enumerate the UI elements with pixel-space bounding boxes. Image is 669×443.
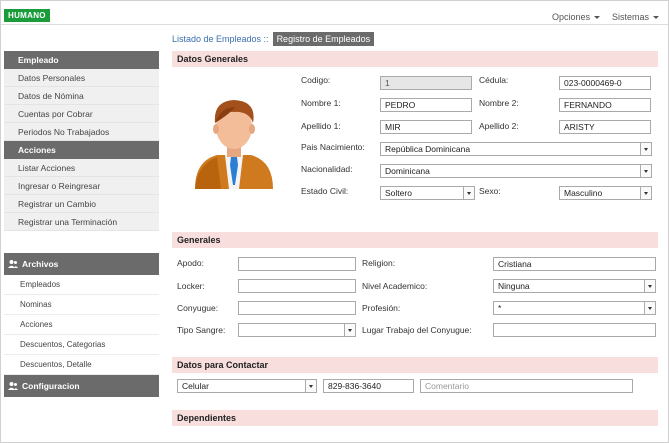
app-logo: HUMANO (4, 9, 50, 22)
options-menu-label: Opciones (552, 12, 591, 22)
nombre1-label: Nombre 1: (301, 98, 341, 108)
tipo-sangre-label: Tipo Sangre: (177, 325, 226, 335)
conyugue-field[interactable] (238, 301, 356, 315)
apellido1-label: Apellido 1: (301, 121, 341, 131)
sidebar-item-empleados[interactable]: Empleados (4, 275, 159, 295)
sexo-label: Sexo: (479, 186, 501, 196)
nivel-academico-label: Nivel Academico: (362, 281, 428, 291)
breadcrumb-employee-list-link[interactable]: Listado de Empleados :: (172, 32, 269, 46)
tipo-sangre-select[interactable] (238, 323, 356, 337)
chevron-down-icon (644, 280, 655, 292)
sexo-select-value: Masculino (564, 188, 603, 198)
cedula-field[interactable]: 023-0000469-0 (559, 76, 651, 90)
sidebar-item-cuentas-cobrar[interactable]: Cuentas por Cobrar (4, 105, 159, 123)
sidebar-item-descuentos-detalle[interactable]: Descuentos, Detalle (4, 355, 159, 375)
lugar-trabajo-field[interactable] (493, 323, 656, 337)
estado-civil-label: Estado Civil: (301, 186, 349, 196)
codigo-field[interactable]: 1 (380, 76, 472, 90)
lugar-trabajo-label: Lugar Trabajo del Conyugue: (362, 325, 472, 335)
contact-type-select[interactable]: Celular (177, 379, 317, 393)
sidebar-section-configuracion-label: Configuracion (22, 381, 80, 391)
systems-menu[interactable]: Sistemas (612, 12, 660, 22)
profesion-select-value: * (498, 303, 502, 313)
breadcrumb: Listado de Empleados :: Registro de Empl… (172, 32, 375, 46)
top-bar: HUMANO Opciones Sistemas (1, 1, 668, 25)
religion-field[interactable]: Cristiana (493, 257, 656, 271)
codigo-label: Codigo: (301, 75, 331, 85)
apellido2-field[interactable]: ARISTY (559, 120, 651, 134)
profesion-select[interactable]: * (493, 301, 656, 315)
religion-label: Religion: (362, 258, 396, 268)
conyugue-label: Conyugue: (177, 303, 219, 313)
app-window: HUMANO Opciones Sistemas Listado de Empl… (0, 0, 669, 443)
apodo-field[interactable] (238, 257, 356, 271)
section-dependientes: Dependientes (172, 410, 658, 426)
sidebar-item-acciones[interactable]: Acciones (4, 315, 159, 335)
users-icon (8, 382, 18, 390)
chevron-down-icon (640, 143, 651, 155)
sidebar-item-listar-acciones[interactable]: Listar Acciones (4, 159, 159, 177)
chevron-down-icon (594, 16, 601, 19)
sidebar-section-archivos[interactable]: Archivos (4, 253, 159, 275)
sidebar-section-configuracion[interactable]: Configuracion (4, 375, 159, 397)
sidebar-header-empleado: Empleado (4, 51, 159, 69)
pais-select-value: República Dominicana (385, 144, 471, 154)
nacionalidad-label: Nacionalidad: (301, 164, 353, 174)
sexo-select[interactable]: Masculino (559, 186, 652, 200)
sidebar-item-ingresar-reingresar[interactable]: Ingresar o Reingresar (4, 177, 159, 195)
sidebar-item-registrar-terminacion[interactable]: Registrar una Terminación (4, 213, 159, 231)
sidebar: Empleado Datos Personales Datos de Nómin… (4, 51, 159, 397)
sidebar-item-datos-nomina[interactable]: Datos de Nómina (4, 87, 159, 105)
apellido2-label: Apellido 2: (479, 121, 519, 131)
chevron-down-icon (653, 16, 660, 19)
sidebar-item-registrar-cambio[interactable]: Registrar un Cambio (4, 195, 159, 213)
pais-select[interactable]: República Dominicana (380, 142, 652, 156)
sidebar-header-acciones: Acciones (4, 141, 159, 159)
sidebar-item-periodos-no-trabajados[interactable]: Periodos No Trabajados (4, 123, 159, 141)
chevron-down-icon (640, 165, 651, 177)
contact-type-select-value: Celular (182, 381, 209, 391)
sidebar-item-datos-personales[interactable]: Datos Personales (4, 69, 159, 87)
pais-label: Pais Nacimiento: (301, 142, 365, 152)
chevron-down-icon (305, 380, 316, 392)
estado-civil-select-value: Soltero (385, 188, 412, 198)
nombre1-field[interactable]: PEDRO (380, 98, 472, 112)
chevron-down-icon (463, 187, 474, 199)
employee-avatar (195, 100, 273, 189)
apodo-label: Apodo: (177, 258, 204, 268)
options-menu[interactable]: Opciones (552, 12, 601, 22)
profesion-label: Profesión: (362, 303, 401, 313)
systems-menu-label: Sistemas (612, 12, 650, 22)
users-icon (8, 260, 18, 268)
nivel-academico-select[interactable]: Ninguna (493, 279, 656, 293)
apellido1-field[interactable]: MIR (380, 120, 472, 134)
nombre2-label: Nombre 2: (479, 98, 519, 108)
sidebar-section-archivos-label: Archivos (22, 259, 59, 269)
estado-civil-select[interactable]: Soltero (380, 186, 475, 200)
section-generales: Generales (172, 232, 658, 248)
nacionalidad-select-value: Dominicana (385, 166, 430, 176)
locker-label: Locker: (177, 281, 205, 291)
locker-field[interactable] (238, 279, 356, 293)
contact-comment-field[interactable]: Comentario (420, 379, 633, 393)
sidebar-item-nominas[interactable]: Nominas (4, 295, 159, 315)
chevron-down-icon (344, 324, 355, 336)
breadcrumb-current: Registro de Empleados (272, 32, 375, 46)
nivel-academico-select-value: Ninguna (498, 281, 530, 291)
nacionalidad-select[interactable]: Dominicana (380, 164, 652, 178)
nombre2-field[interactable]: FERNANDO (559, 98, 651, 112)
cedula-label: Cédula: (479, 75, 509, 85)
chevron-down-icon (640, 187, 651, 199)
section-datos-contactar: Datos para Contactar (172, 357, 658, 373)
section-datos-generales: Datos Generales (172, 51, 658, 67)
chevron-down-icon (644, 302, 655, 314)
contact-number-field[interactable]: 829-836-3640 (323, 379, 414, 393)
sidebar-item-descuentos-categorias[interactable]: Descuentos, Categorias (4, 335, 159, 355)
